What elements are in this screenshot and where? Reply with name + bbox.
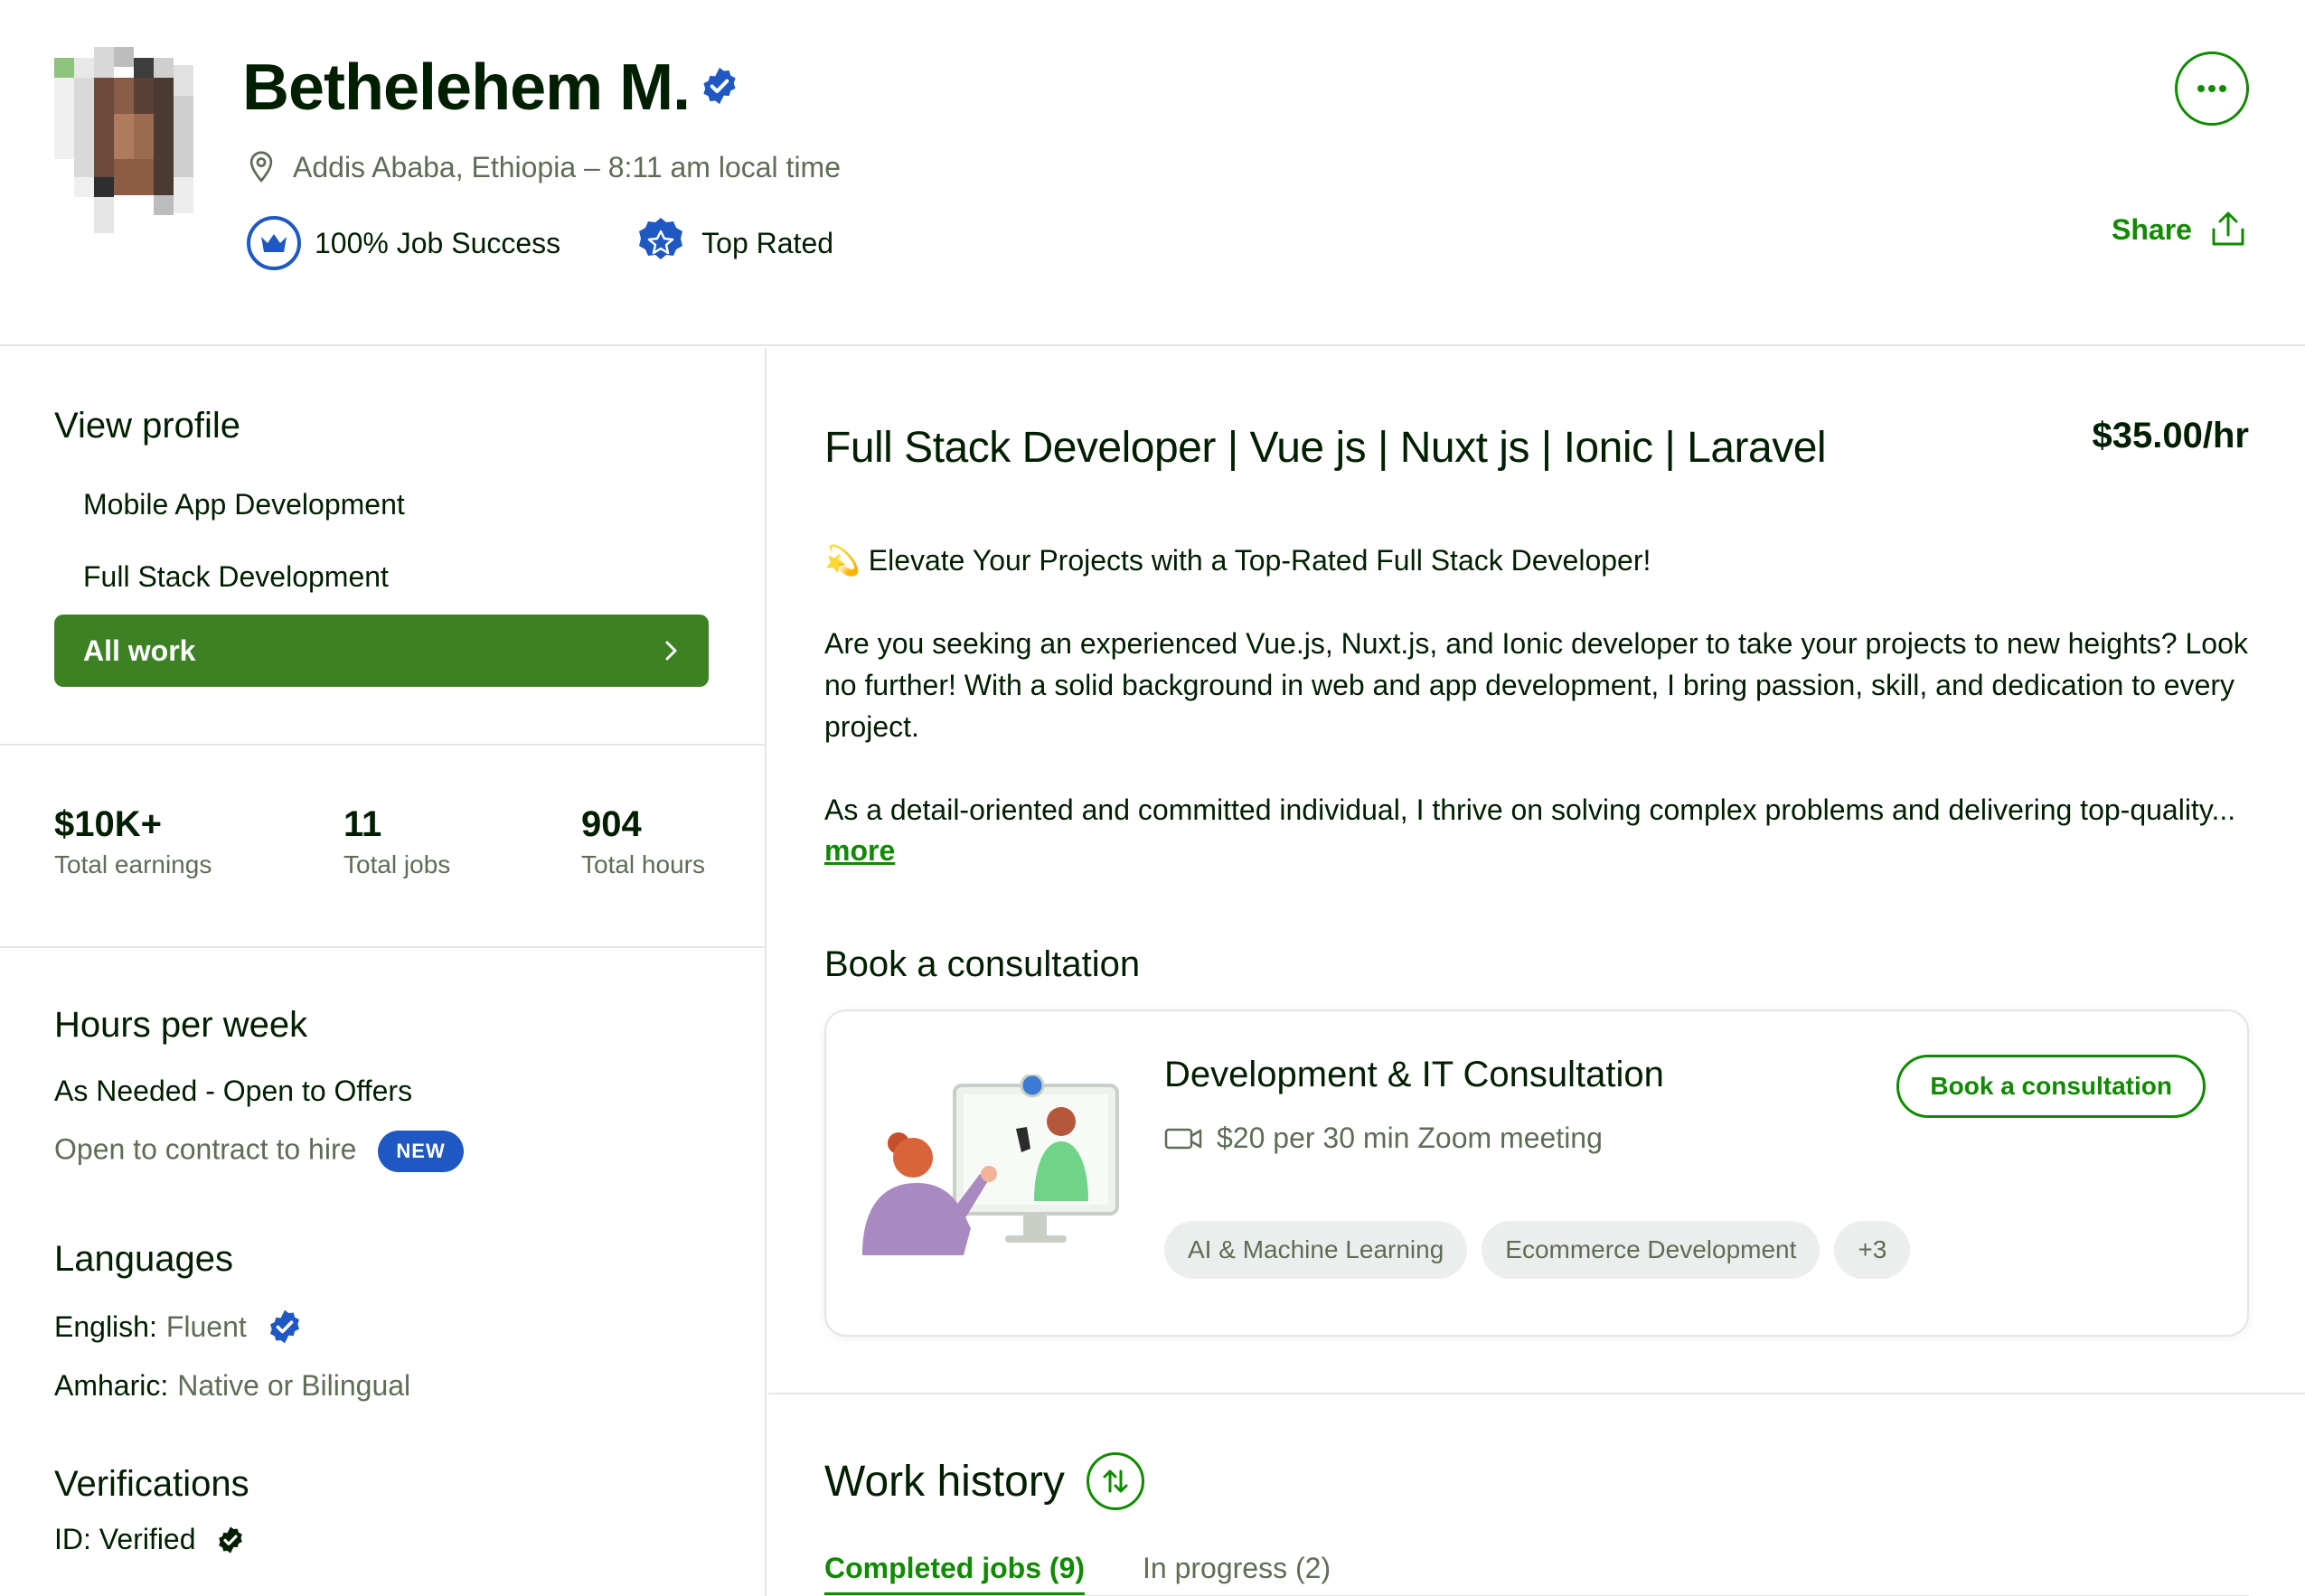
more-tags-button[interactable]: +3 [1834, 1221, 1911, 1279]
consultation-tags: AI & Machine Learning Ecommerce Developm… [1164, 1221, 1911, 1279]
book-consultation-button[interactable]: Book a consultation [1896, 1055, 2206, 1118]
consultation-meta: $20 per 30 min Zoom meeting [1164, 1122, 1603, 1155]
location-text: Addis Ababa, Ethiopia – 8:11 am local ti… [293, 150, 841, 183]
language-english: English: Fluent [54, 1309, 303, 1345]
sort-arrows-icon [1103, 1469, 1128, 1493]
stat-label: Total hours [581, 850, 705, 878]
skill-tag[interactable]: Ecommerce Development [1482, 1221, 1820, 1279]
stat-value: 11 [343, 804, 382, 844]
video-camera-icon [1164, 1128, 1202, 1149]
sort-button[interactable] [1086, 1452, 1144, 1510]
share-label: Share [2112, 212, 2192, 246]
tab-completed-jobs[interactable]: Completed jobs (9) [824, 1552, 1086, 1596]
profile-header: Bethelehem M. Addis Ababa, Ethiopia – 8:… [0, 0, 2305, 346]
top-rated-label: Top Rated [701, 226, 834, 259]
languages-title: Languages [54, 1239, 233, 1279]
divider [768, 1393, 2305, 1394]
sidebar-item-all-work[interactable]: All work [54, 615, 709, 687]
verified-badge-icon [269, 1310, 299, 1344]
sidebar: View profile Mobile App Development Full… [0, 348, 767, 1596]
verified-badge-icon [703, 67, 736, 105]
profile-name: Bethelehem M. [242, 52, 691, 124]
main-content: Full Stack Developer | Vue js | Nuxt js … [768, 348, 2305, 1596]
profile-location: Addis Ababa, Ethiopia – 8:11 am local ti… [246, 150, 841, 184]
language-name: Amharic: [54, 1369, 169, 1402]
stat-total-earnings: $10K+ Total earnings [54, 804, 212, 879]
consultation-meta-text: $20 per 30 min Zoom meeting [1217, 1122, 1603, 1154]
verifications-title: Verifications [54, 1464, 249, 1504]
hourly-rate: $35.00/hr [2092, 416, 2249, 455]
language-name: English: [54, 1310, 157, 1343]
contract-to-hire-text: Open to contract to hire [54, 1132, 357, 1166]
language-level: Fluent [165, 1310, 247, 1343]
id-verified-text: ID: Verified [54, 1523, 196, 1555]
divider [0, 946, 767, 948]
divider [0, 744, 767, 746]
view-profile-title: View profile [54, 406, 241, 446]
job-title: Full Stack Developer | Vue js | Nuxt js … [824, 424, 1827, 472]
contract-to-hire: Open to contract to hire NEW [54, 1131, 464, 1172]
sidebar-item-full-stack-development[interactable]: Full Stack Development [83, 560, 389, 594]
stat-value: 904 [581, 804, 642, 844]
more-link[interactable]: more [824, 834, 895, 868]
tab-in-progress[interactable]: In progress (2) [1143, 1552, 1331, 1596]
hours-per-week-value: As Needed - Open to Offers [54, 1075, 413, 1107]
language-amharic: Amharic: Native or Bilingual [54, 1369, 410, 1403]
profile-overview: 💫 Elevate Your Projects with a Top-Rated… [824, 540, 2253, 831]
ellipsis-icon [2197, 85, 2226, 92]
sidebar-item-mobile-app-development[interactable]: Mobile App Development [83, 488, 405, 521]
overview-paragraph: As a detail-oriented and committed indiv… [824, 793, 2236, 826]
id-verified: ID: Verified [54, 1523, 245, 1556]
more-options-button[interactable] [2175, 52, 2249, 126]
stat-label: Total earnings [54, 850, 212, 878]
chevron-right-icon [665, 641, 677, 661]
verified-check-icon [218, 1526, 242, 1554]
work-history-header: Work history [824, 1452, 1144, 1510]
work-history-title: Work history [824, 1457, 1065, 1506]
share-button[interactable]: Share [2112, 210, 2248, 249]
overview-paragraph: Are you seeking an experienced Vue.js, N… [824, 627, 2248, 743]
share-icon [2212, 211, 2244, 246]
top-rated-badge[interactable]: Top Rated [633, 215, 833, 271]
job-success-label: 100% Job Success [315, 226, 561, 259]
crown-icon [247, 216, 301, 270]
consultation-card: Development & IT Consultation $20 per 30… [824, 1009, 2249, 1337]
avatar [54, 47, 193, 233]
job-success-badge[interactable]: 100% Job Success [246, 215, 560, 271]
new-badge: NEW [378, 1131, 464, 1172]
stat-total-hours: 904 Total hours [581, 804, 705, 879]
stat-value: $10K+ [54, 804, 162, 844]
work-history-tabs: Completed jobs (9) In progress (2) [824, 1552, 1331, 1596]
stat-label: Total jobs [343, 850, 451, 878]
profile-badges: 100% Job Success Top Rated [246, 215, 833, 271]
consultation-section-title: Book a consultation [824, 944, 1141, 984]
skill-tag[interactable]: AI & Machine Learning [1164, 1221, 1468, 1279]
all-work-label: All work [83, 634, 196, 667]
top-rated-icon [639, 218, 683, 259]
consultation-title: Development & IT Consultation [1164, 1055, 1664, 1094]
location-pin-icon [249, 151, 273, 183]
consultation-illustration [862, 1075, 1119, 1255]
stat-total-jobs: 11 Total jobs [343, 804, 450, 879]
overview-paragraph: 💫 Elevate Your Projects with a Top-Rated… [824, 544, 1651, 577]
language-level: Native or Bilingual [177, 1369, 411, 1402]
hours-per-week-title: Hours per week [54, 1005, 308, 1045]
